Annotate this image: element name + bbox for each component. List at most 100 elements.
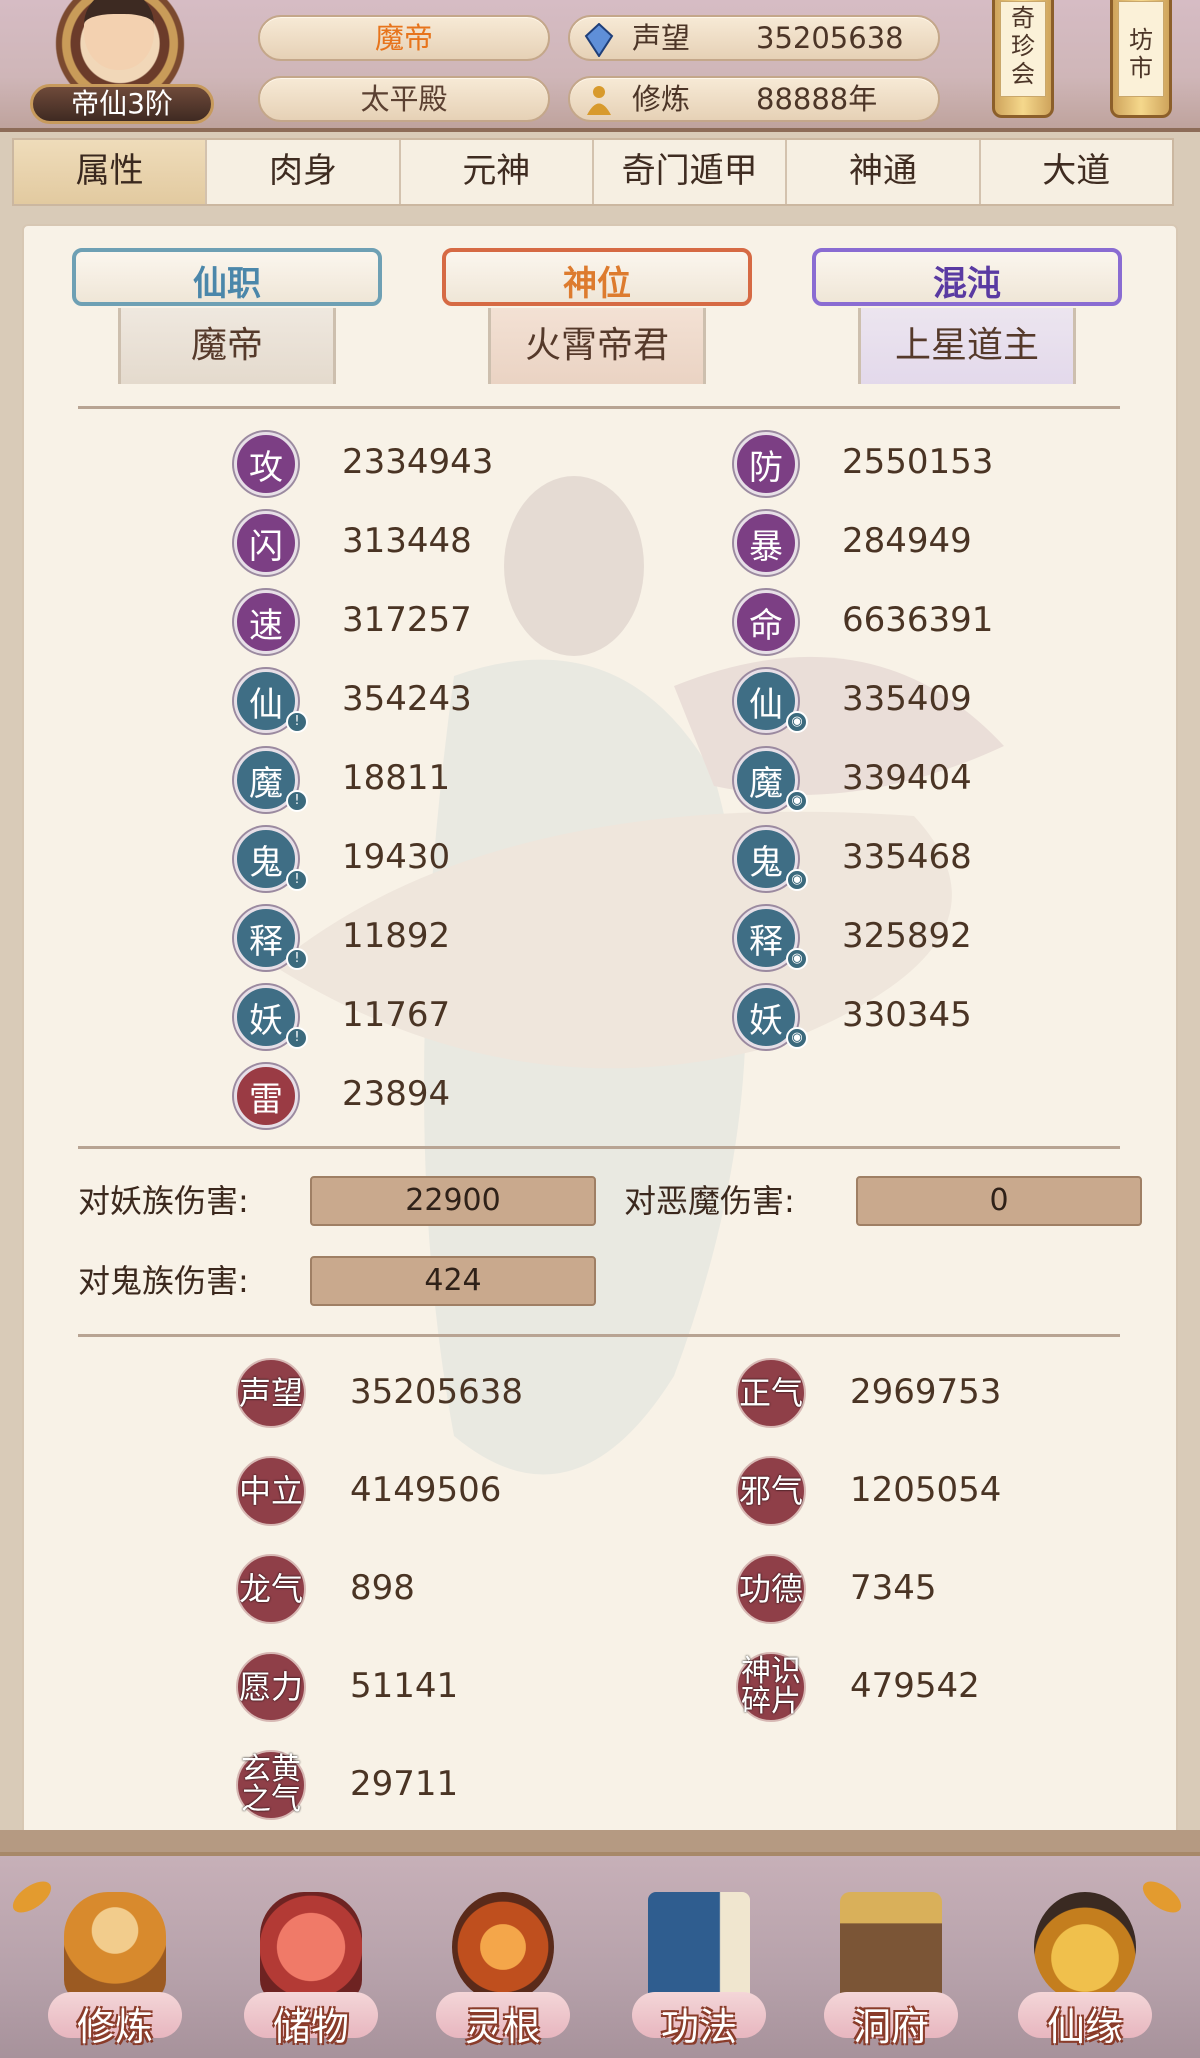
divine-rank-value: 火霄帝君: [488, 308, 706, 384]
shortcut-treasure-fair[interactable]: 奇珍会: [992, 0, 1054, 118]
crystal-icon: [584, 23, 614, 57]
divider-top: [78, 406, 1120, 409]
dodge-badge: 闪: [234, 511, 298, 575]
stat-demon-attack: 魔! 18811: [234, 748, 614, 814]
crit-value: 284949: [842, 521, 972, 561]
tab-powers[interactable]: 神通: [787, 140, 981, 204]
gourd-icon: [1034, 1892, 1136, 2002]
dmg-yao-value: 22900: [310, 1176, 596, 1226]
thunder-badge: 雷: [234, 1064, 298, 1128]
immortal-attack-value: 354243: [342, 679, 472, 719]
extra-soul-shard-value: 479542: [850, 1666, 980, 1706]
stat-crit: 暴 284949: [734, 511, 1114, 577]
dmg-gui-value: 424: [310, 1256, 596, 1306]
stat-demon-defense: 魔 ◉ 339404: [734, 748, 1114, 814]
header: 帝仙3阶 魔帝 太平殿 声望 35205638 修炼 88888年 奇珍会 坊市: [0, 0, 1200, 132]
monk-icon: [64, 1892, 166, 2002]
player-name: 魔帝: [258, 15, 550, 61]
extra-neutral: 中立 4149506: [236, 1456, 666, 1526]
tab-dao[interactable]: 大道: [981, 140, 1172, 204]
stat-defense: 防 2550153: [734, 432, 1114, 498]
chaos-banner: 混沌: [812, 248, 1122, 306]
defense-badge: 防: [734, 432, 798, 496]
root-icon: [452, 1892, 554, 2002]
crit-badge: 暴: [734, 511, 798, 575]
shield-icon: ◉: [786, 1027, 808, 1049]
immortal-post-title: 仙职 魔帝: [62, 248, 392, 384]
neutral-badge: 中立: [236, 1456, 306, 1526]
demon-attack-value: 18811: [342, 758, 451, 798]
nav-spirit-root-label: 灵根: [464, 2005, 541, 2049]
yao-attack-value: 11767: [342, 995, 451, 1035]
immortal-post-value: 魔帝: [118, 308, 336, 384]
extra-righteous: 正气 2969753: [736, 1358, 1166, 1428]
speed-badge: 速: [234, 590, 298, 654]
nav-fate-label: 仙缘: [1046, 2005, 1123, 2049]
extra-evil: 邪气 1205054: [736, 1456, 1166, 1526]
chaos-title: 混沌 上星道主: [802, 248, 1132, 384]
buddha-defense-value: 325892: [842, 916, 972, 956]
nav-cultivate[interactable]: 修炼: [30, 1856, 200, 2058]
extra-will-value: 51141: [350, 1666, 459, 1706]
avatar[interactable]: [84, 0, 154, 70]
shield-icon: ◉: [786, 790, 808, 812]
nav-cave[interactable]: 洞府: [806, 1856, 976, 2058]
immortal-post-label: 仙职: [193, 264, 261, 304]
extra-reputation: 声望 35205638: [236, 1358, 666, 1428]
nav-technique-label: 功法: [660, 2005, 737, 2049]
immortal-defense-value: 335409: [842, 679, 972, 719]
extra-soul-shard: 神识 碎片 479542: [736, 1652, 1166, 1722]
ghost-defense-value: 335468: [842, 837, 972, 877]
divine-rank-title: 神位 火霄帝君: [432, 248, 762, 384]
thunder-value: 23894: [342, 1074, 451, 1114]
stat-speed: 速 317257: [234, 590, 614, 656]
stat-ghost-attack: 鬼! 19430: [234, 827, 614, 893]
panel-frame-bottom: [0, 1830, 1200, 1852]
nav-spirit-root[interactable]: 灵根: [418, 1856, 588, 2058]
shortcut-treasure-fair-label: 奇珍会: [1000, 1, 1046, 97]
hall-name: 太平殿: [258, 76, 550, 122]
soul-shard-badge: 神识 碎片: [736, 1652, 806, 1722]
stat-ghost-defense: 鬼 ◉ 335468: [734, 827, 1114, 893]
righteous-badge: 正气: [736, 1358, 806, 1428]
stat-immortal-defense: 仙 ◉ 335409: [734, 669, 1114, 735]
extra-dragon: 龙气 898: [236, 1554, 666, 1624]
chaos-value: 上星道主: [858, 308, 1076, 384]
hp-badge: 命: [734, 590, 798, 654]
merit-badge: 功德: [736, 1554, 806, 1624]
reputation-label: 声望: [632, 21, 691, 55]
tab-qimen[interactable]: 奇门遁甲: [594, 140, 788, 204]
attack-mark-icon: !: [286, 711, 308, 733]
tab-attributes[interactable]: 属性: [14, 140, 208, 204]
extra-will: 愿力 51141: [236, 1652, 666, 1722]
extra-reputation-value: 35205638: [350, 1372, 524, 1412]
nav-technique[interactable]: 功法: [614, 1856, 784, 2058]
will-badge: 愿力: [236, 1652, 306, 1722]
evil-badge: 邪气: [736, 1456, 806, 1526]
nav-cultivate-label: 修炼: [76, 2005, 153, 2049]
shortcut-market[interactable]: 坊市: [1110, 0, 1172, 118]
stat-yao-attack: 妖! 11767: [234, 985, 614, 1051]
divine-rank-banner: 神位: [442, 248, 752, 306]
shield-icon: ◉: [786, 711, 808, 733]
yao-defense-value: 330345: [842, 995, 972, 1035]
attribute-panel: 仙职 魔帝 神位 火霄帝君 混沌 上星道主 攻 2334943 闪 313448 速…: [22, 224, 1178, 1850]
bottom-nav: 修炼 储物 灵根 功法 洞府 仙缘: [0, 1852, 1200, 2058]
stat-buddha-attack: 释! 11892: [234, 906, 614, 972]
stat-thunder: 雷 23894: [234, 1064, 614, 1130]
dodge-value: 313448: [342, 521, 472, 561]
reputation-pill: 声望 35205638: [568, 15, 940, 61]
tab-spirit[interactable]: 元神: [401, 140, 594, 204]
extra-xuanhuang-value: 29711: [350, 1764, 459, 1804]
attack-mark-icon: !: [286, 1027, 308, 1049]
attack-mark-icon: !: [286, 869, 308, 891]
stat-immortal-attack: 仙! 354243: [234, 669, 614, 735]
nav-fate[interactable]: 仙缘: [1000, 1856, 1170, 2058]
dragon-badge: 龙气: [236, 1554, 306, 1624]
tab-body[interactable]: 肉身: [207, 140, 401, 204]
nav-storage[interactable]: 储物: [226, 1856, 396, 2058]
shield-icon: ◉: [786, 948, 808, 970]
attack-mark-icon: !: [286, 948, 308, 970]
shield-icon: ◉: [786, 869, 808, 891]
tab-bar: 属性 肉身 元神 奇门遁甲 神通 大道: [12, 138, 1174, 206]
